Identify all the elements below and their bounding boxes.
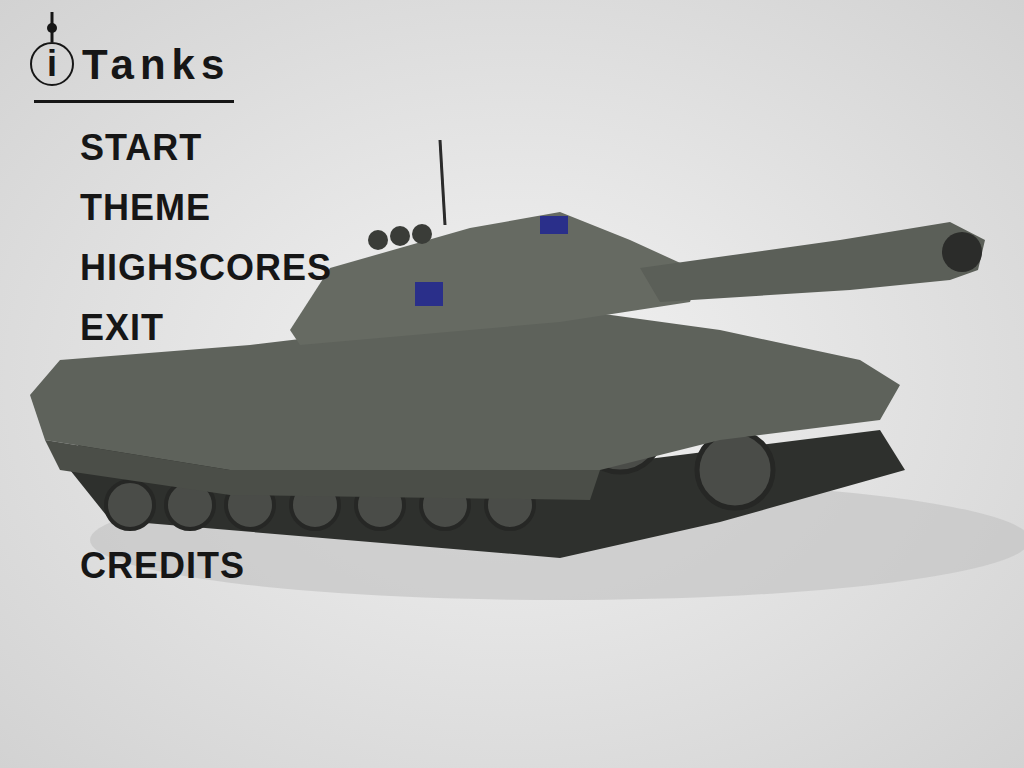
menu-item[interactable]: THEME [80,178,1024,238]
main-menu: STARTTHEMEHIGHSCORESEXIT [80,118,1024,358]
tank-image [0,0,1024,768]
main-menu-screen: iTanks STARTTHEMEHIGHSCORESEXIT CREDITS [0,0,1024,768]
menu-item[interactable]: HIGHSCORES [80,238,1024,298]
menu-item[interactable]: START [80,118,1024,178]
logo-title: Tanks [82,44,230,92]
menu-item[interactable]: EXIT [80,298,1024,358]
logo-underline [34,100,234,103]
logo-icon: i [28,8,76,92]
footer-menu: CREDITS [80,536,1024,596]
menu-column: iTanks STARTTHEMEHIGHSCORESEXIT CREDITS [0,0,1024,596]
menu-item[interactable]: CREDITS [80,536,1024,596]
logo-letter: i [28,44,76,84]
logo: iTanks [28,8,1024,92]
